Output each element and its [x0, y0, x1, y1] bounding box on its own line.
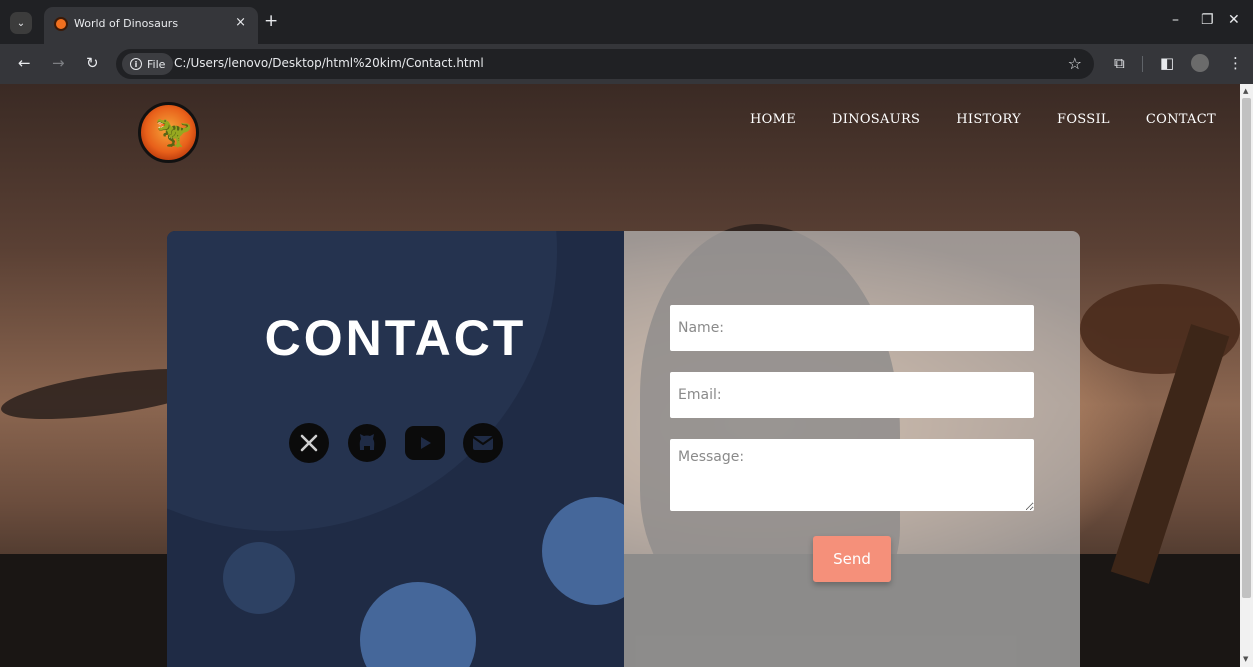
contact-card: CONTACT Send — [167, 231, 1080, 667]
decorative-circle-small — [223, 542, 295, 614]
page-viewport: 🦖 HOME DINOSAURS HISTORY FOSSIL CONTACT … — [0, 84, 1240, 667]
page-scrollbar[interactable]: ▲ ▼ — [1240, 84, 1253, 667]
contact-title: CONTACT — [264, 310, 527, 366]
bookmark-star-icon[interactable]: ☆ — [1068, 54, 1082, 73]
nav-link-contact[interactable]: CONTACT — [1146, 112, 1216, 127]
trex-logo-icon: 🦖 — [155, 115, 193, 150]
browser-tab[interactable]: World of Dinosaurs × — [44, 7, 258, 44]
browser-tab-bar: ⌄ World of Dinosaurs × + – ❐ ✕ — [0, 0, 1253, 44]
social-links — [289, 423, 503, 463]
nav-link-history[interactable]: HISTORY — [956, 112, 1021, 127]
info-icon: i — [130, 58, 142, 70]
tab-title: World of Dinosaurs — [74, 17, 179, 30]
contact-card-left-panel: CONTACT — [167, 231, 624, 667]
menu-kebab-icon[interactable]: ⋮ — [1228, 54, 1243, 72]
new-tab-button[interactable]: + — [264, 11, 278, 31]
toolbar-divider — [1142, 56, 1143, 72]
email-icon[interactable] — [463, 423, 503, 463]
address-bar[interactable]: i File C:/Users/lenovo/Desktop/html%20ki… — [116, 49, 1094, 79]
forward-icon[interactable]: → — [52, 54, 65, 72]
message-textarea[interactable] — [670, 439, 1034, 511]
browser-toolbar: ← → ↻ i File C:/Users/lenovo/Desktop/htm… — [0, 44, 1253, 84]
nav-link-dinosaurs[interactable]: DINOSAURS — [832, 112, 920, 127]
extensions-icon[interactable]: ⧉ — [1114, 54, 1125, 72]
x-icon[interactable] — [289, 423, 329, 463]
site-logo[interactable]: 🦖 — [138, 102, 199, 163]
nav-link-home[interactable]: HOME — [750, 112, 796, 127]
scroll-down-arrow-icon[interactable]: ▼ — [1243, 655, 1248, 663]
minimize-button[interactable]: – — [1172, 12, 1179, 28]
contact-card-form-panel: Send — [624, 231, 1080, 667]
reload-icon[interactable]: ↻ — [86, 54, 99, 72]
url-text[interactable]: C:/Users/lenovo/Desktop/html%20kim/Conta… — [174, 56, 484, 70]
restore-button[interactable]: ❐ — [1201, 12, 1214, 28]
github-icon[interactable] — [347, 423, 387, 463]
name-input[interactable] — [670, 305, 1034, 351]
decorative-circle-bottom — [360, 582, 476, 667]
site-info-label: File — [147, 57, 166, 71]
side-panel-icon[interactable]: ◧ — [1160, 54, 1174, 72]
decorative-large-circle — [167, 231, 557, 531]
decorative-circle-right — [542, 497, 624, 605]
close-window-button[interactable]: ✕ — [1228, 12, 1240, 28]
profile-avatar[interactable] — [1191, 54, 1209, 72]
scrollbar-thumb[interactable] — [1242, 98, 1251, 598]
tab-search-button[interactable]: ⌄ — [10, 12, 32, 34]
site-navigation: HOME DINOSAURS HISTORY FOSSIL CONTACT — [750, 112, 1216, 127]
scroll-up-arrow-icon[interactable]: ▲ — [1243, 87, 1248, 95]
nav-link-fossil[interactable]: FOSSIL — [1057, 112, 1110, 127]
back-icon[interactable]: ← — [18, 54, 31, 72]
send-button[interactable]: Send — [813, 536, 891, 582]
dinosaur-favicon-icon — [54, 17, 68, 31]
youtube-icon[interactable] — [405, 426, 445, 460]
site-info-chip[interactable]: i File — [122, 53, 174, 75]
tab-close-icon[interactable]: × — [235, 15, 246, 30]
email-input[interactable] — [670, 372, 1034, 418]
